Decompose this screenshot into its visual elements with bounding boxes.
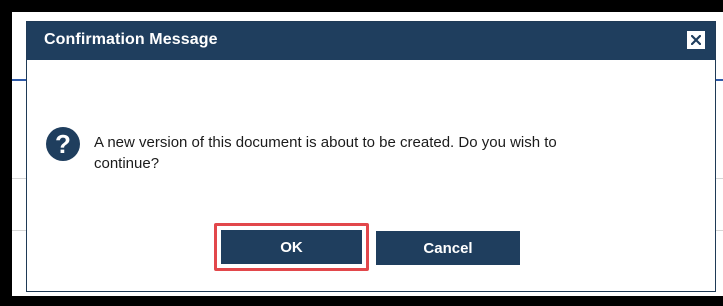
question-icon: ?	[46, 127, 80, 161]
background-divider	[716, 178, 723, 179]
close-icon	[691, 35, 701, 45]
dialog-message: A new version of this document is about …	[94, 134, 557, 172]
background-divider	[12, 230, 26, 231]
ok-button[interactable]: OK	[221, 230, 362, 264]
background-divider	[716, 230, 723, 231]
close-button[interactable]	[687, 31, 705, 49]
background-divider	[12, 178, 26, 179]
cancel-button[interactable]: Cancel	[376, 231, 520, 265]
background-rule-left	[12, 79, 26, 81]
dialog-header: Confirmation Message	[27, 22, 715, 60]
confirmation-dialog: Confirmation Message ? A new version of …	[26, 21, 716, 292]
background-rule-right	[716, 79, 723, 81]
dialog-title: Confirmation Message	[44, 31, 218, 48]
